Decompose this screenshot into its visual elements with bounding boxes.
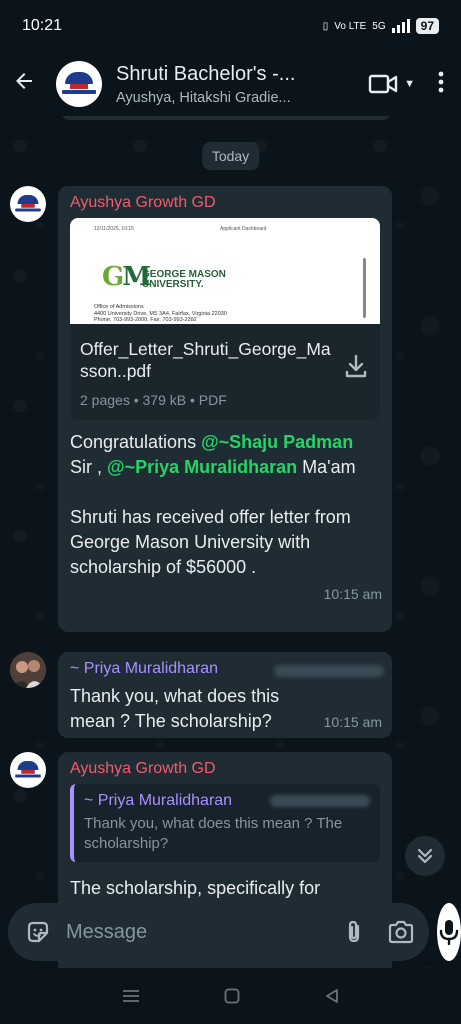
signal-icon xyxy=(391,19,410,33)
scroll-to-bottom-button[interactable] xyxy=(405,836,445,876)
composer-field[interactable] xyxy=(8,903,429,961)
quoted-text: Thank you, what does this mean ? The sch… xyxy=(84,815,343,852)
camera-icon[interactable] xyxy=(387,919,415,945)
status-bar: 10:21 ▯ Vo LTE 5G 97 xyxy=(0,0,461,52)
message-text: Congratulations @~Shaju Padman Sir , @~P… xyxy=(66,420,384,580)
previous-message-edge xyxy=(60,116,392,120)
group-avatar[interactable] xyxy=(56,61,102,107)
message-time: 10:15 am xyxy=(323,586,382,602)
group-title: Shruti Bachelor's -... xyxy=(116,62,296,85)
network-label: Vo LTE xyxy=(334,20,367,32)
company-logo-icon xyxy=(15,760,41,781)
video-call-icon xyxy=(368,74,398,94)
company-logo-icon xyxy=(15,194,41,215)
more-options-icon[interactable] xyxy=(433,71,449,97)
vibrate-icon: ▯ xyxy=(322,20,329,32)
message-sender[interactable]: ~ Priya Muralidharan xyxy=(66,658,222,684)
system-nav-bar xyxy=(0,968,461,1024)
preview-address: Office of Admissions 4400 University Dri… xyxy=(94,304,227,323)
nav-back-icon[interactable] xyxy=(325,988,339,1004)
header-info[interactable]: Shruti Bachelor's -... Ayushya, Hitakshi… xyxy=(116,63,356,106)
message-input[interactable] xyxy=(66,920,331,944)
date-separator: Today xyxy=(201,142,260,170)
document-preview[interactable]: 12/11/2025, 10:15 Applicant Dashboard GM… xyxy=(70,218,380,324)
battery-level: 97 xyxy=(415,18,439,34)
mic-icon xyxy=(439,920,459,946)
preview-heading: Applicant Dashboard xyxy=(220,226,267,232)
preview-date: 12/11/2025, 10:15 xyxy=(94,226,134,232)
chat-area[interactable]: Today Ayushya Growth GD 12/11/2025, 10:1… xyxy=(0,116,461,968)
meta-dot: • xyxy=(133,392,143,408)
status-indicators: ▯ Vo LTE 5G 97 xyxy=(323,18,439,34)
document-type: PDF xyxy=(198,392,227,408)
sender-avatar[interactable] xyxy=(10,186,46,222)
mention-link[interactable]: @~Shaju Padman xyxy=(201,432,353,452)
group-members: Ayushya, Hitakshi Gradie... xyxy=(116,89,291,106)
document-attachment[interactable]: 12/11/2025, 10:15 Applicant Dashboard GM… xyxy=(70,218,380,420)
chevron-down-icon: ▼ xyxy=(404,78,415,90)
message-sender[interactable]: Ayushya Growth GD xyxy=(66,192,384,218)
sender-avatar[interactable] xyxy=(10,652,46,688)
document-info[interactable]: Offer_Letter_Shruti_George_Masson..pdf 2… xyxy=(70,324,380,420)
status-time: 10:21 xyxy=(22,17,63,34)
message-bubble[interactable]: ~ Priya Muralidharan Thank you, what doe… xyxy=(58,652,392,738)
company-logo-icon xyxy=(62,70,96,98)
message-sender[interactable]: Ayushya Growth GD xyxy=(66,758,384,784)
download-icon[interactable] xyxy=(342,352,370,380)
message-paragraph: Shruti has received offer letter from Ge… xyxy=(70,507,351,577)
preview-scrollbar xyxy=(363,258,366,318)
voice-message-button[interactable] xyxy=(437,903,461,961)
sticker-icon[interactable] xyxy=(24,918,52,946)
header-actions: ▼ xyxy=(368,71,449,97)
profile-photo-icon xyxy=(10,652,46,688)
attach-icon[interactable] xyxy=(341,919,367,945)
message-bubble[interactable]: Ayushya Growth GD 12/11/2025, 10:15 Appl… xyxy=(58,186,392,632)
video-call-button[interactable]: ▼ xyxy=(368,73,415,95)
document-meta: 2 pages • 379 kB • PDF xyxy=(80,392,332,408)
double-chevron-down-icon xyxy=(417,848,433,864)
document-size: 379 kB xyxy=(142,392,187,408)
document-file-name: Offer_Letter_Shruti_George_Masson..pdf xyxy=(80,339,331,381)
preview-university-name: GEORGE MASON UNIVERSITY. xyxy=(142,269,226,290)
meta-dot: • xyxy=(190,392,199,408)
document-pages: 2 pages xyxy=(80,392,130,408)
quoted-message[interactable]: ~ Priya Muralidharan Thank you, what doe… xyxy=(70,784,380,862)
back-arrow-icon[interactable] xyxy=(12,69,48,100)
message-composer xyxy=(0,896,461,968)
recent-apps-icon[interactable] xyxy=(122,989,140,1003)
quoted-sender: ~ Priya Muralidharan xyxy=(84,792,233,809)
chat-header: Shruti Bachelor's -... Ayushya, Hitakshi… xyxy=(0,52,461,116)
mention-link[interactable]: @~Priya Muralidharan xyxy=(107,457,297,477)
redacted-phone xyxy=(270,795,370,807)
redacted-phone xyxy=(274,665,384,677)
message-time: 10:15 am xyxy=(323,714,382,730)
sender-avatar[interactable] xyxy=(10,752,46,788)
home-icon[interactable] xyxy=(224,988,240,1004)
signal-label: 5G xyxy=(372,20,386,32)
